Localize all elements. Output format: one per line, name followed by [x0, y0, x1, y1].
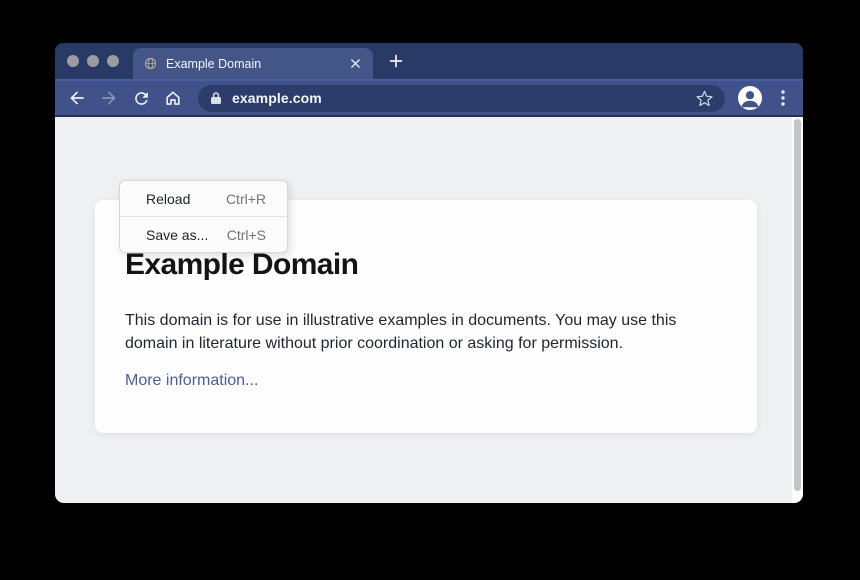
browser-window: Example Domain [55, 43, 803, 503]
lock-icon[interactable] [210, 91, 222, 105]
titlebar: Example Domain [55, 43, 803, 79]
window-close-button[interactable] [67, 55, 79, 67]
window-minimize-button[interactable] [87, 55, 99, 67]
more-information-link[interactable]: More information... [125, 372, 258, 390]
star-icon [695, 89, 714, 108]
page-heading: Example Domain [125, 248, 727, 282]
tab-title: Example Domain [166, 57, 347, 71]
home-icon [163, 88, 183, 108]
profile-avatar-button[interactable] [737, 85, 763, 111]
back-button[interactable] [63, 84, 91, 112]
favicon-globe-icon [144, 57, 157, 70]
scrollbar-thumb[interactable] [794, 119, 801, 491]
window-controls [67, 55, 119, 67]
menu-item-reload[interactable]: Reload Ctrl+R [120, 181, 287, 216]
menu-item-label: Save as... [146, 227, 227, 243]
page-viewport: Example Domain This domain is for use in… [55, 117, 803, 503]
navigation-toolbar: example.com [55, 79, 803, 117]
scrollbar[interactable] [792, 117, 803, 503]
browser-menu-button[interactable] [769, 84, 797, 112]
avatar-person-icon [737, 85, 763, 111]
reload-icon [132, 89, 151, 108]
menu-item-label: Reload [146, 191, 226, 207]
page-paragraph: This domain is for use in illustrative e… [125, 309, 717, 355]
forward-arrow-icon [99, 88, 119, 108]
menu-item-shortcut: Ctrl+R [226, 191, 266, 207]
tab-close-icon[interactable] [347, 56, 363, 72]
kebab-menu-icon [781, 90, 785, 106]
home-button[interactable] [159, 84, 187, 112]
tab-example-domain[interactable]: Example Domain [133, 48, 373, 79]
window-zoom-button[interactable] [107, 55, 119, 67]
menu-item-shortcut: Ctrl+S [227, 227, 266, 243]
address-bar[interactable]: example.com [198, 85, 725, 112]
new-tab-button[interactable] [385, 50, 407, 72]
forward-button[interactable] [95, 84, 123, 112]
url-text[interactable]: example.com [232, 90, 693, 106]
menu-item-save-as[interactable]: Save as... Ctrl+S [120, 217, 287, 252]
context-menu: Reload Ctrl+R Save as... Ctrl+S [119, 180, 288, 253]
bookmark-star-button[interactable] [693, 87, 715, 109]
desktop: { "tab": { "title": "Example Domain" }, … [0, 0, 860, 580]
back-arrow-icon [67, 88, 87, 108]
reload-button[interactable] [127, 84, 155, 112]
plus-icon [389, 54, 403, 68]
